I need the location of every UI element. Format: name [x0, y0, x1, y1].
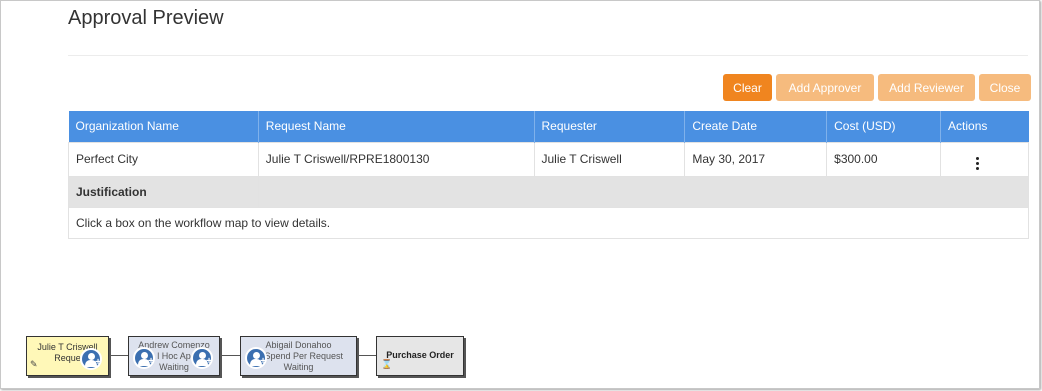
workflow-connector	[220, 355, 240, 356]
add-user-icon[interactable]: +	[133, 347, 155, 369]
column-header-organization: Organization Name	[68, 111, 259, 142]
add-user-icon[interactable]: +	[245, 347, 267, 369]
column-header-create-date: Create Date	[684, 111, 828, 142]
cell-actions	[940, 141, 1029, 177]
clear-button[interactable]: Clear	[723, 74, 772, 101]
workflow-connector	[109, 355, 128, 356]
column-header-actions: Actions	[940, 111, 1029, 142]
justification-value	[257, 175, 1030, 208]
add-approver-button[interactable]: Add Approver	[776, 74, 874, 101]
workflow-connector	[357, 355, 376, 356]
workflow-hint: Click a box on the workflow map to view …	[68, 206, 1029, 239]
table-header-row: Organization Name Request Name Requester…	[68, 111, 1029, 142]
cell-request-name: Julie T Criswell/RPRE1800130	[257, 141, 535, 177]
request-table: Organization Name Request Name Requester…	[68, 111, 1030, 239]
add-user-icon[interactable]: +	[191, 347, 213, 369]
add-user-icon[interactable]: +	[80, 348, 102, 370]
justification-row: Justification	[68, 175, 1030, 208]
cell-create-date: May 30, 2017	[684, 141, 828, 177]
table-row: Perfect City Julie T Criswell/RPRE180013…	[68, 141, 1029, 177]
column-header-request-name: Request Name	[258, 111, 535, 142]
toolbar: Clear Add Approver Add Reviewer Close	[723, 74, 1031, 101]
info-row: Click a box on the workflow map to view …	[68, 206, 1029, 239]
kebab-menu-icon[interactable]	[976, 156, 980, 170]
edit-icon: ✎	[30, 359, 38, 369]
column-header-requester: Requester	[534, 111, 686, 142]
cell-cost: $300.00	[826, 141, 942, 177]
workflow-node-purchase-order[interactable]: Purchase Order	[376, 336, 464, 376]
cell-organization: Perfect City	[68, 141, 259, 177]
column-header-cost: Cost (USD)	[826, 111, 942, 142]
justification-label: Justification	[68, 175, 259, 208]
hourglass-icon: ⌛	[381, 359, 393, 369]
page-title: Approval Preview	[68, 7, 224, 29]
approval-preview-window: Approval Preview Clear Add Approver Add …	[0, 0, 1040, 389]
title-divider	[68, 55, 1028, 56]
cell-requester: Julie T Criswell	[533, 141, 686, 177]
add-reviewer-button[interactable]: Add Reviewer	[878, 74, 975, 101]
close-button[interactable]: Close	[979, 74, 1031, 101]
